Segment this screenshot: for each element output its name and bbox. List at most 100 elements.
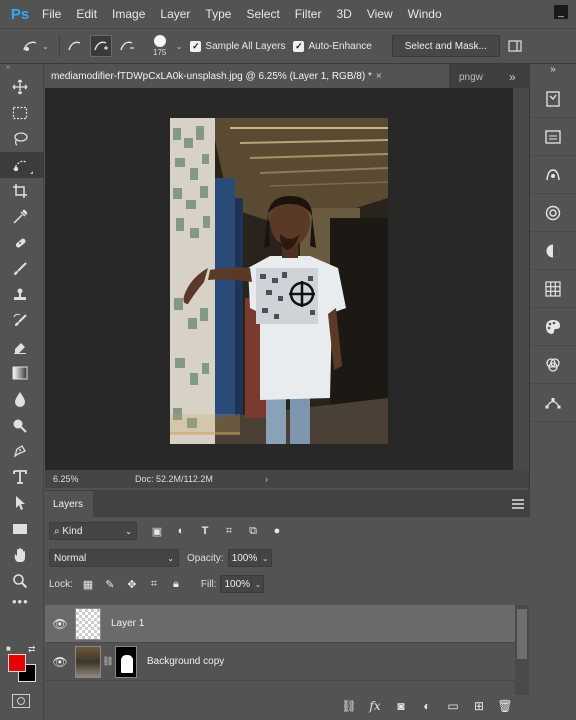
eyedropper-icon[interactable]	[0, 204, 44, 230]
pen-icon[interactable]	[0, 438, 44, 464]
layer-mask-thumbnail[interactable]	[115, 645, 137, 678]
collapse-arrows-icon[interactable]: »	[0, 64, 43, 74]
clone-stamp-icon[interactable]	[0, 282, 44, 308]
lock-position-icon[interactable]: ✥	[121, 578, 143, 591]
minimize-button[interactable]: _	[554, 5, 568, 19]
zoom-level[interactable]: 6.25%	[45, 474, 95, 484]
chevron-down-icon[interactable]: ⌄	[42, 42, 49, 51]
menu-image[interactable]: Image	[112, 7, 145, 21]
lock-transparency-icon[interactable]: ▦	[77, 578, 99, 591]
filter-toggle-icon[interactable]: ●	[265, 525, 289, 537]
eraser-icon[interactable]	[0, 334, 44, 360]
sample-all-layers-checkbox[interactable]: ✓ Sample All Layers	[190, 40, 285, 52]
menu-edit[interactable]: Edit	[76, 7, 97, 21]
zoom-icon[interactable]	[0, 568, 44, 594]
adjustments-icon[interactable]	[530, 156, 576, 194]
history-icon[interactable]	[530, 80, 576, 118]
status-menu-icon[interactable]: ›	[265, 474, 268, 484]
new-selection-icon[interactable]	[64, 35, 86, 57]
quick-mask-icon[interactable]	[12, 694, 30, 708]
chevron-down-icon[interactable]: ⌄	[259, 549, 272, 567]
visibility-eye-icon[interactable]: 👁︎	[45, 655, 75, 669]
lasso-icon[interactable]	[0, 126, 44, 152]
new-group-icon[interactable]: ▭	[440, 699, 466, 713]
collapse-arrows-icon[interactable]: »	[530, 64, 576, 80]
more-tools-icon[interactable]: •••	[0, 594, 43, 616]
tab-layers[interactable]: Layers	[45, 491, 93, 517]
close-icon[interactable]: ×	[376, 71, 382, 82]
adjustment-filter-icon[interactable]: ◐	[169, 525, 193, 537]
paths-icon[interactable]	[530, 384, 576, 422]
swap-colors-icon[interactable]: ⇄	[28, 644, 36, 655]
chevron-down-icon[interactable]: ⌄	[252, 575, 265, 593]
properties-icon[interactable]	[530, 118, 576, 156]
menu-select[interactable]: Select	[246, 7, 279, 21]
lock-all-icon[interactable]: 🔒︎	[165, 578, 187, 591]
path-selection-icon[interactable]	[0, 490, 44, 516]
menu-type[interactable]: Type	[205, 7, 231, 21]
quick-selection-icon[interactable]	[0, 152, 44, 178]
swatches-icon[interactable]	[530, 270, 576, 308]
new-adjustment-layer-icon[interactable]: ◐	[414, 699, 440, 713]
dodge-icon[interactable]	[0, 412, 44, 438]
brush-icon[interactable]	[0, 256, 44, 282]
visibility-eye-icon[interactable]: 👁︎	[45, 617, 75, 631]
panel-menu-icon[interactable]	[512, 499, 524, 509]
hand-icon[interactable]	[0, 542, 44, 568]
channels-icon[interactable]	[530, 346, 576, 384]
move-icon[interactable]	[0, 74, 44, 100]
layer-kind-filter[interactable]: ⌕ Kind ⌄	[49, 522, 137, 540]
menu-layer[interactable]: Layer	[160, 7, 190, 21]
add-mask-icon[interactable]: ◙	[388, 699, 414, 713]
tab-document-active[interactable]: mediamodifier-fTDWpCxLA0k-unsplash.jpg @…	[45, 64, 449, 88]
layer-name[interactable]: Layer 1	[111, 618, 144, 629]
add-to-selection-icon[interactable]	[89, 35, 112, 57]
default-colors-icon[interactable]: ■	[6, 644, 11, 653]
document-image[interactable]	[170, 118, 388, 444]
layer-style-icon[interactable]: fx	[362, 699, 388, 713]
opacity-input[interactable]: 100%	[227, 549, 260, 567]
pixel-filter-icon[interactable]: ▣	[145, 525, 169, 538]
type-filter-icon[interactable]: T	[193, 525, 217, 537]
delete-layer-icon[interactable]: 🗑︎	[492, 699, 518, 713]
smart-object-filter-icon[interactable]: ⧉	[241, 525, 265, 538]
workspace-icon[interactable]	[504, 35, 526, 57]
shape-filter-icon[interactable]: ⌗	[217, 525, 241, 538]
menu-3d[interactable]: 3D	[336, 7, 351, 21]
canvas-vertical-scrollbar[interactable]	[513, 88, 529, 470]
mask-link-icon[interactable]: ⛓︎	[101, 656, 115, 667]
lock-image-pixels-icon[interactable]: ✎	[99, 578, 121, 591]
auto-enhance-checkbox[interactable]: ✓ Auto-Enhance	[293, 40, 372, 52]
layers-scrollbar[interactable]	[515, 605, 529, 695]
layer-row[interactable]: 👁︎ Layer 1	[45, 605, 515, 643]
lock-artboard-icon[interactable]: ⌗	[143, 578, 165, 591]
menu-filter[interactable]: Filter	[295, 7, 322, 21]
rectangle-icon[interactable]	[0, 516, 44, 542]
subtract-from-selection-icon[interactable]	[116, 35, 138, 57]
new-layer-icon[interactable]: ⊞	[466, 699, 492, 713]
type-icon[interactable]	[0, 464, 44, 490]
fill-input[interactable]: 100%	[220, 575, 253, 593]
select-and-mask-button[interactable]: Select and Mask...	[391, 35, 500, 57]
menu-view[interactable]: View	[367, 7, 393, 21]
layer-name[interactable]: Background copy	[147, 656, 224, 667]
tool-preset-icon[interactable]	[20, 35, 42, 57]
chevron-down-icon[interactable]: ⌄	[176, 42, 183, 51]
blur-icon[interactable]	[0, 386, 44, 412]
marquee-icon[interactable]	[0, 100, 44, 126]
healing-brush-icon[interactable]	[0, 230, 44, 256]
foreground-color-swatch[interactable]	[8, 654, 26, 672]
tab-document-second[interactable]: pngw	[449, 66, 499, 88]
blend-mode-select[interactable]: Normal ⌄	[49, 549, 179, 567]
more-tabs-icon[interactable]: »	[499, 66, 516, 88]
styles-icon[interactable]	[530, 308, 576, 346]
color-icon[interactable]	[530, 232, 576, 270]
crop-icon[interactable]	[0, 178, 44, 204]
brush-picker[interactable]: 175	[144, 31, 176, 61]
gradient-icon[interactable]	[0, 360, 44, 386]
libraries-icon[interactable]	[530, 194, 576, 232]
menu-window[interactable]: Windo	[408, 7, 442, 21]
link-layers-icon[interactable]: ⛓︎	[336, 699, 362, 713]
menu-file[interactable]: File	[42, 7, 61, 21]
history-brush-icon[interactable]	[0, 308, 44, 334]
